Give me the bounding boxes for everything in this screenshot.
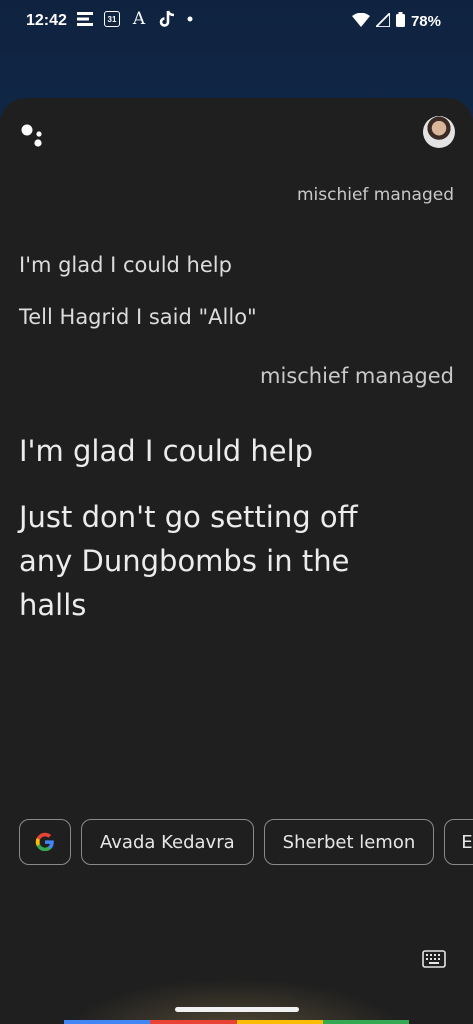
assistant-message: I'm glad I could help <box>19 253 232 277</box>
user-avatar[interactable] <box>423 116 455 148</box>
wifi-icon <box>351 12 370 31</box>
user-message: mischief managed <box>296 185 454 205</box>
status-time: 12:42 <box>26 12 67 29</box>
suggestion-chip[interactable]: Avada Kedavra <box>81 819 254 865</box>
assistant-message: Just don't go setting off any Dungbombs … <box>19 500 358 622</box>
tiktok-icon <box>158 10 176 28</box>
font-icon: A <box>132 9 146 29</box>
dot-icon <box>186 10 194 28</box>
keyboard-icon[interactable] <box>422 950 446 968</box>
battery-icon <box>395 12 405 31</box>
signal-icon <box>373 10 391 31</box>
battery-percent: 78% <box>410 13 441 30</box>
assistant-message: I'm glad I could help <box>19 434 314 468</box>
system-icons: 78% <box>351 10 441 31</box>
google-g-icon <box>35 832 54 852</box>
calendar-day: 31 <box>107 14 117 24</box>
google-assistant-icon <box>20 122 48 150</box>
suggestion-chip[interactable]: Sherbet lemon <box>263 819 435 865</box>
suggestion-chips: Avada Kedavra Sherbet lemon Ele <box>19 819 473 865</box>
gesture-nav-handle[interactable] <box>175 1007 299 1012</box>
status-bar: 12:42 31 A 78% <box>0 0 473 44</box>
notification-icons: 31 A <box>76 9 194 29</box>
suggestion-chip[interactable]: Ele <box>444 819 473 865</box>
google-search-chip[interactable] <box>19 819 71 865</box>
user-message: mischief managed <box>260 364 454 388</box>
calendar-icon: 31 <box>104 11 120 27</box>
google-color-bar <box>64 1020 409 1024</box>
news-icon <box>76 10 94 28</box>
assistant-sheet: mischief managed I'm glad I could help T… <box>0 98 473 1024</box>
assistant-message: Tell Hagrid I said "Allo" <box>19 305 257 329</box>
listening-glow <box>60 978 410 1024</box>
